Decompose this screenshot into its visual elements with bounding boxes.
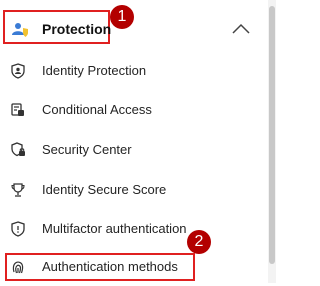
sidebar-item-identity-secure-score[interactable]: Identity Secure Score xyxy=(0,171,266,209)
trophy-icon xyxy=(10,182,26,198)
sidebar-item-label: Multifactor authentication xyxy=(42,221,187,236)
callout-badge-1: 1 xyxy=(110,5,134,29)
sidebar-item-label: Security Center xyxy=(42,142,132,157)
fingerprint-icon xyxy=(10,259,26,275)
sidebar-item-identity-protection[interactable]: Identity Protection xyxy=(0,52,266,90)
scrollbar-thumb[interactable] xyxy=(269,6,275,264)
conditional-access-icon xyxy=(10,102,26,118)
sidebar-item-label: Conditional Access xyxy=(42,102,152,117)
sidebar-item-authentication-methods[interactable]: Authentication methods xyxy=(0,248,266,286)
sidebar-item-label: Identity Protection xyxy=(42,63,147,78)
sidebar-item-conditional-access[interactable]: Conditional Access xyxy=(0,91,266,129)
users-shield-icon xyxy=(12,22,30,38)
sidebar-item-label: Identity Secure Score xyxy=(42,182,167,197)
sidebar-item-multifactor-authentication[interactable]: Multifactor authentication xyxy=(0,210,266,248)
chevron-up-icon[interactable] xyxy=(232,23,250,35)
sidebar-item-label: Authentication methods xyxy=(42,259,178,274)
scrollbar-track[interactable] xyxy=(268,0,276,283)
protection-label: Protection xyxy=(42,21,112,37)
shield-icon xyxy=(10,221,26,237)
shield-person-icon xyxy=(10,63,26,79)
shield-lock-icon xyxy=(10,142,26,158)
sidebar-item-security-center[interactable]: Security Center xyxy=(0,131,266,169)
